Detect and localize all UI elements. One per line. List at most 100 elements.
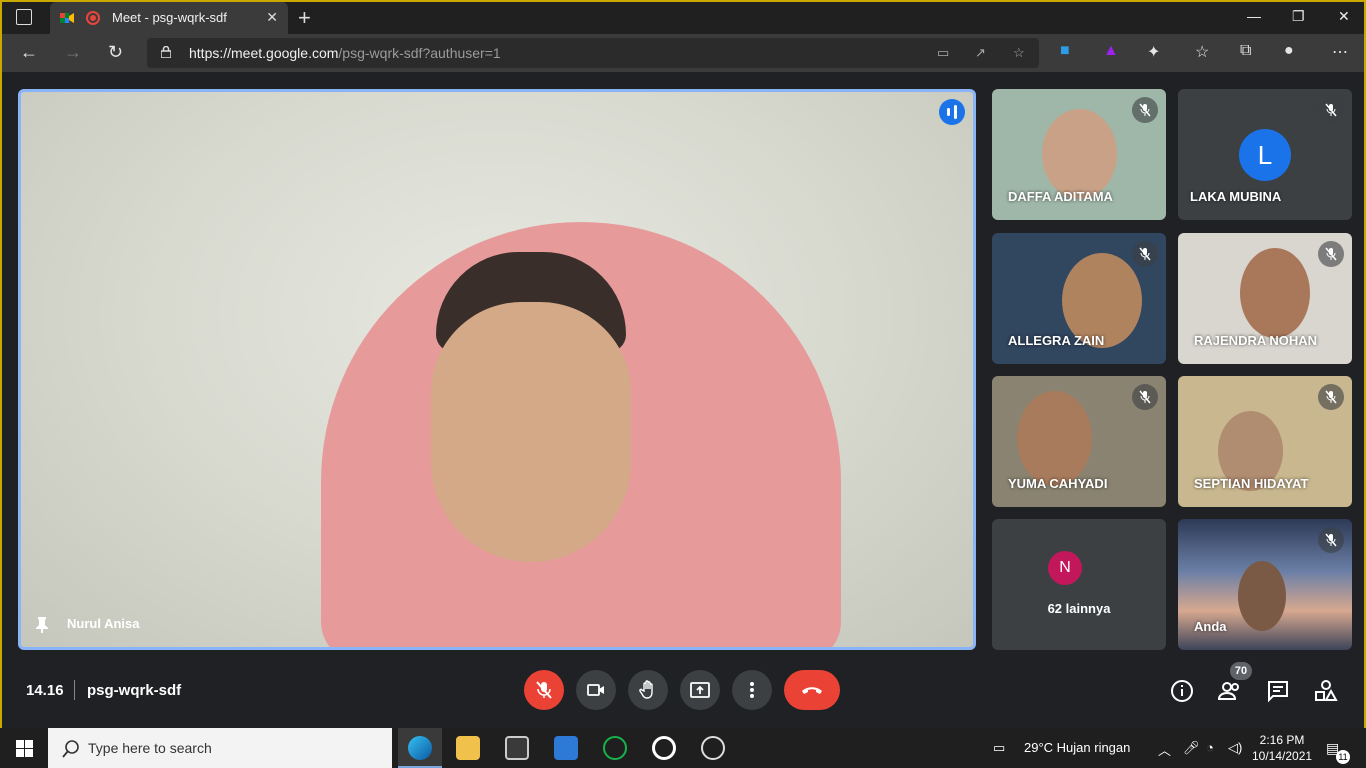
muted-mic-icon	[1318, 241, 1344, 267]
muted-mic-icon	[1318, 384, 1344, 410]
muted-mic-icon	[1318, 97, 1344, 123]
participant-name: DAFFA ADITAMA	[1008, 189, 1113, 204]
file-explorer-icon[interactable]	[456, 736, 480, 760]
participant-name: SEPTIAN HIDAYAT	[1194, 476, 1309, 491]
tab-bar: Meet - psg-wqrk-sdf ✕ + — ❐ ✕	[2, 2, 1364, 34]
participant-tile[interactable]: L LAKA MUBINA	[1178, 89, 1352, 220]
mic-toggle-button[interactable]	[524, 670, 564, 710]
weather-text[interactable]: 29°C Hujan ringan	[1024, 740, 1130, 755]
clock[interactable]: 2:16 PM 10/14/2021	[1252, 732, 1312, 764]
leave-call-button[interactable]	[784, 670, 840, 710]
obs-icon[interactable]	[701, 736, 725, 760]
address-bar[interactable]: https://meet.google.com/psg-wqrk-sdf?aut…	[147, 38, 1039, 68]
tab-title: Meet - psg-wqrk-sdf	[112, 10, 227, 25]
more-options-button[interactable]	[732, 670, 772, 710]
navigation-bar: ← → ↻ https://meet.google.com/psg-wqrk-s…	[2, 34, 1364, 72]
main-speaker-name: Nurul Anisa	[67, 616, 140, 631]
participant-tile[interactable]: SEPTIAN HIDAYAT	[1178, 376, 1352, 507]
camera-toggle-button[interactable]	[576, 670, 616, 710]
participant-name: ALLEGRA ZAIN	[1008, 333, 1105, 348]
clock-time: 2:16 PM	[1259, 733, 1305, 747]
avatar: N	[1048, 551, 1082, 585]
present-icon	[690, 682, 710, 698]
volume-icon[interactable]: ◁)	[1228, 740, 1242, 756]
meeting-details-icon[interactable]	[1170, 679, 1194, 703]
recording-icon	[86, 11, 100, 25]
show-hidden-icons-icon[interactable]: ︿	[1158, 740, 1171, 759]
participant-tile[interactable]: DAFFA ADITAMA	[992, 89, 1166, 220]
close-tab-icon[interactable]: ✕	[266, 9, 278, 26]
camera-app-icon[interactable]	[652, 736, 676, 760]
tab-actions-icon[interactable]	[16, 9, 32, 25]
favorite-add-icon[interactable]: ☆	[1013, 45, 1027, 60]
url-text: https://meet.google.com/psg-wqrk-sdf?aut…	[189, 45, 501, 61]
browser-tab[interactable]: Meet - psg-wqrk-sdf ✕	[50, 2, 288, 34]
forward-icon[interactable]: →	[64, 42, 82, 63]
pin-icon[interactable]	[35, 617, 49, 633]
lock-icon	[161, 46, 171, 58]
divider	[74, 680, 75, 700]
back-icon[interactable]: ←	[20, 42, 38, 63]
participant-name: LAKA MUBINA	[1190, 189, 1282, 204]
meet-favicon-icon	[60, 13, 74, 23]
clock-date: 10/14/2021	[1252, 749, 1313, 763]
participant-video	[1017, 391, 1092, 486]
participant-tile[interactable]: ALLEGRA ZAIN	[992, 233, 1166, 364]
microsoft-store-icon[interactable]	[505, 736, 529, 760]
microphone-icon[interactable]: 🎤︎	[1183, 740, 1200, 756]
restore-icon[interactable]: ❐	[1292, 8, 1305, 25]
collections-icon[interactable]: ⧉	[1240, 42, 1251, 60]
speaking-indicator-icon	[939, 99, 965, 125]
participant-video	[1240, 248, 1310, 338]
extension-2-icon[interactable]: ▲	[1103, 42, 1119, 60]
participant-tile[interactable]: YUMA CAHYADI	[992, 376, 1166, 507]
notification-count-badge: 11	[1336, 750, 1350, 764]
new-tab-icon[interactable]: +	[298, 5, 311, 31]
participant-tile[interactable]: RAJENDRA NOHAN	[1178, 233, 1352, 364]
people-icon[interactable]	[1218, 679, 1242, 703]
muted-mic-icon	[1132, 384, 1158, 410]
speaker-face	[431, 302, 631, 562]
hand-icon	[639, 680, 653, 699]
windows-taskbar: Type here to search ▭ 29°C Hujan ringan …	[0, 728, 1366, 768]
profile-avatar-icon[interactable]: ●	[1284, 42, 1294, 60]
more-participants-tile[interactable]: N 62 lainnya	[992, 519, 1166, 650]
participant-name: YUMA CAHYADI	[1008, 476, 1108, 491]
browser-window: Meet - psg-wqrk-sdf ✕ + — ❐ ✕ ← → ↻ http…	[0, 0, 1366, 728]
network-icon[interactable]: ◔	[1206, 740, 1214, 755]
chat-icon[interactable]	[1266, 679, 1290, 703]
self-view-tile[interactable]: Anda	[1178, 519, 1352, 650]
close-window-icon[interactable]: ✕	[1338, 8, 1350, 25]
muted-mic-icon	[1132, 97, 1158, 123]
windows-start-icon[interactable]	[16, 740, 33, 757]
taskbar-search-box[interactable]: Type here to search	[48, 728, 392, 768]
participant-video	[1042, 109, 1117, 199]
muted-mic-icon	[1318, 527, 1344, 553]
participants-count-badge: 70	[1230, 662, 1252, 680]
share-icon[interactable]: ↗	[975, 45, 989, 60]
mail-icon[interactable]	[554, 736, 578, 760]
activities-icon[interactable]	[1314, 679, 1338, 703]
more-participants-label: 62 lainnya	[1047, 601, 1111, 616]
edge-browser-icon[interactable]	[408, 736, 432, 760]
favorites-icon[interactable]: ☆	[1195, 42, 1209, 62]
settings-more-icon[interactable]: ⋯	[1332, 42, 1348, 62]
camera-in-use-icon[interactable]: ▭	[937, 45, 951, 60]
refresh-icon[interactable]: ↻	[108, 42, 123, 63]
raise-hand-button[interactable]	[628, 670, 668, 710]
search-icon	[62, 740, 79, 758]
weather-icon[interactable]: ▭	[993, 740, 1005, 756]
search-placeholder: Type here to search	[88, 740, 212, 756]
extensions-icon[interactable]: ✦	[1147, 42, 1160, 62]
main-video-tile[interactable]: Nurul Anisa	[18, 89, 976, 650]
minimize-icon[interactable]: —	[1247, 8, 1261, 24]
meeting-code: psg-wqrk-sdf	[87, 682, 182, 699]
avatar: L	[1239, 129, 1291, 181]
mic-off-icon	[536, 681, 552, 699]
present-screen-button[interactable]	[680, 670, 720, 710]
participant-name: Anda	[1194, 619, 1227, 634]
hangup-icon	[802, 687, 822, 694]
meet-stage: Nurul Anisa DAFFA ADITAMA L LAKA MUBINA …	[2, 72, 1364, 728]
app-u-icon[interactable]	[603, 736, 627, 760]
extension-icon[interactable]: ■	[1060, 42, 1070, 60]
